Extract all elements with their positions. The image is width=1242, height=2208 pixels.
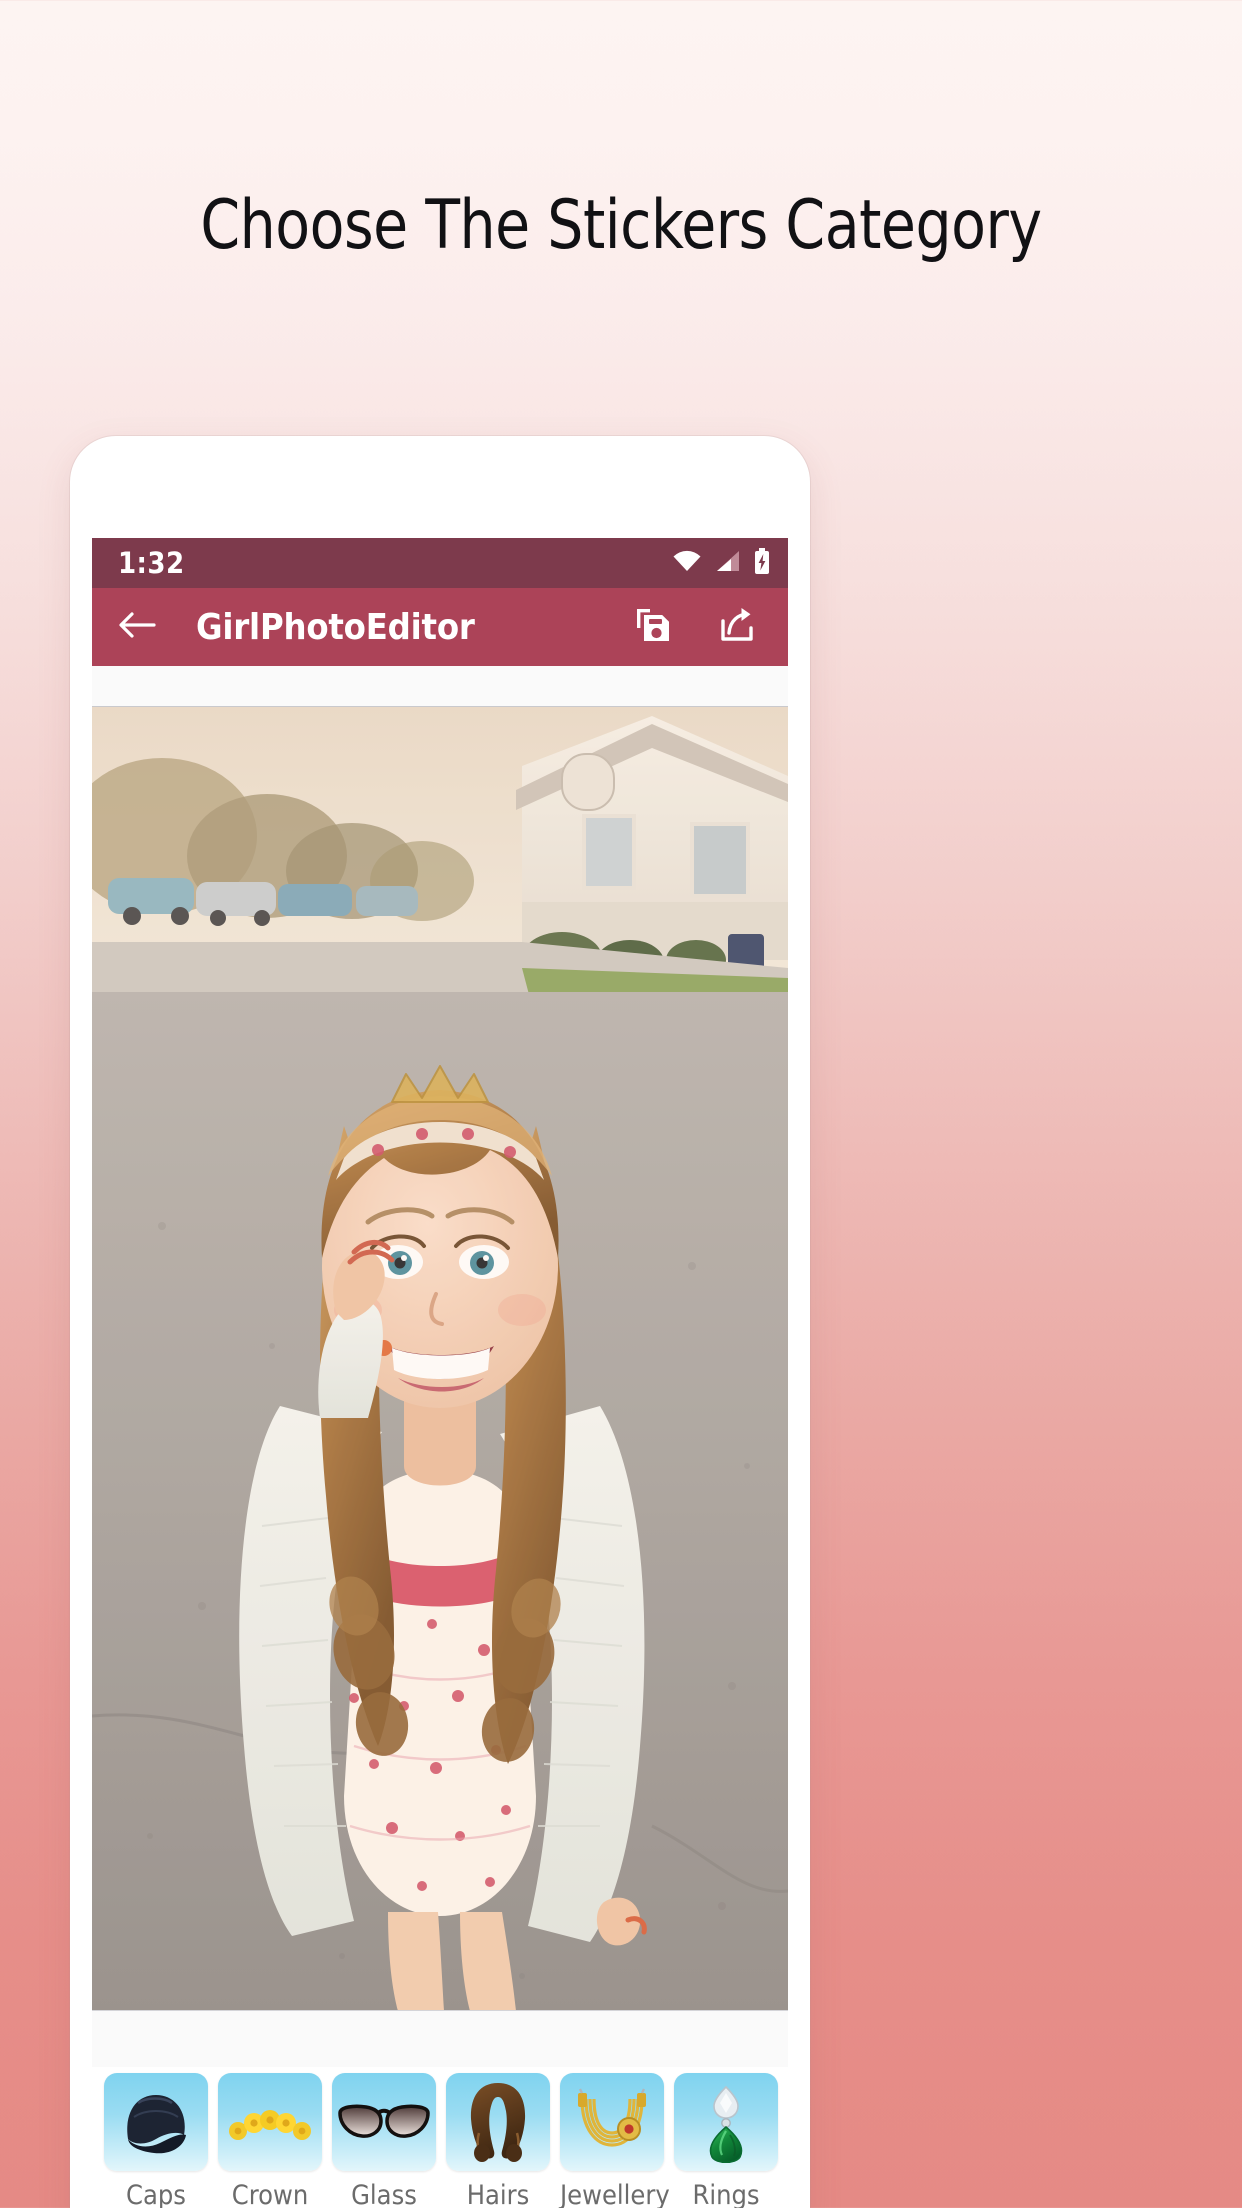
page-title: Choose The Stickers Category — [200, 186, 1042, 265]
app-bar-actions — [632, 604, 758, 651]
category-item-glass[interactable]: Glass — [332, 2073, 436, 2208]
status-bar-clock: 1:32 — [118, 546, 185, 580]
edited-photo[interactable] — [92, 706, 788, 2011]
app-bar: GirlPhotoEditor — [92, 588, 788, 666]
category-label: Glass — [351, 2180, 417, 2208]
canvas-bottom-spacer — [92, 2011, 788, 2067]
wifi-icon — [672, 549, 702, 578]
editor-canvas-area: Caps Crown Glass Hairs Jewellery Rings — [92, 666, 788, 2208]
hair-wig-sticker-icon[interactable] — [446, 2073, 550, 2171]
category-item-hairs[interactable]: Hairs — [446, 2073, 550, 2208]
sunglasses-sticker-icon[interactable] — [332, 2073, 436, 2171]
category-item-rings[interactable]: Rings — [674, 2073, 778, 2208]
category-label: Rings — [692, 2180, 760, 2208]
sticker-category-strip: Caps Crown Glass Hairs Jewellery Rings — [92, 2067, 788, 2208]
status-bar: 1:32 — [92, 538, 788, 588]
category-label: Caps — [126, 2180, 186, 2208]
category-item-jewellery[interactable]: Jewellery — [560, 2073, 670, 2208]
gemstone-pendant-sticker-icon[interactable] — [674, 2073, 778, 2171]
share-icon[interactable] — [716, 604, 758, 651]
category-item-crown[interactable]: Crown — [218, 2073, 322, 2208]
category-label: Crown — [231, 2180, 309, 2208]
flower-crown-sticker-icon[interactable] — [218, 2073, 322, 2171]
back-arrow-icon[interactable] — [118, 609, 156, 646]
category-label: Jewellery — [560, 2180, 670, 2208]
battery-charging-icon — [754, 547, 770, 579]
phone-mockup: 1:32 GirlPhotoEditor Caps Crown Glass Ha… — [70, 436, 810, 2208]
necklace-sticker-icon[interactable] — [560, 2073, 664, 2171]
cap-sticker-icon[interactable] — [104, 2073, 208, 2171]
canvas-top-spacer — [92, 666, 788, 706]
category-item-caps[interactable]: Caps — [104, 2073, 208, 2208]
category-label: Hairs — [466, 2180, 530, 2208]
cellular-signal-icon — [715, 549, 741, 578]
status-bar-icons — [672, 547, 770, 579]
app-title: GirlPhotoEditor — [196, 606, 475, 648]
phone-screen: 1:32 GirlPhotoEditor Caps Crown Glass Ha… — [92, 538, 788, 2208]
save-icon[interactable] — [632, 604, 674, 651]
